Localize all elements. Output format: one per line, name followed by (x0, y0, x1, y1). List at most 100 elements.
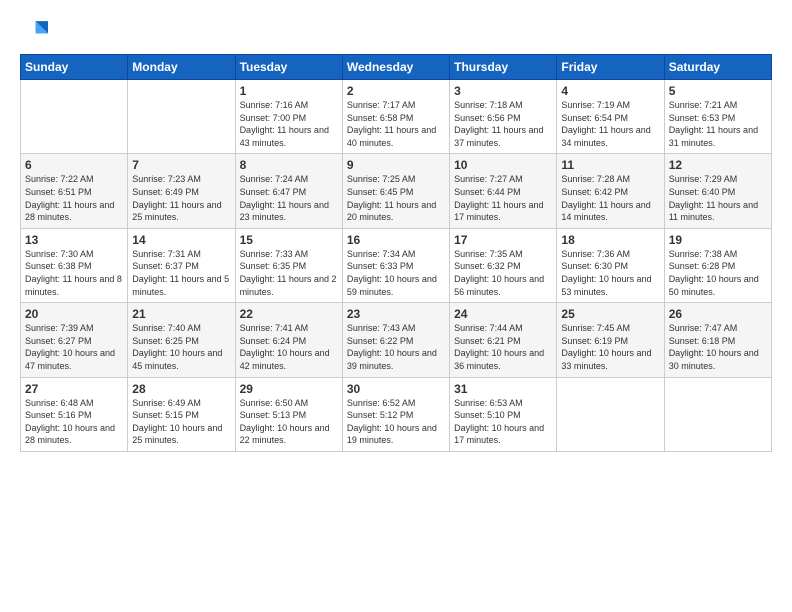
day-cell (557, 377, 664, 451)
day-cell: 2Sunrise: 7:17 AM Sunset: 6:58 PM Daylig… (342, 80, 449, 154)
day-cell: 28Sunrise: 6:49 AM Sunset: 5:15 PM Dayli… (128, 377, 235, 451)
day-number: 29 (240, 382, 338, 396)
day-info: Sunrise: 7:39 AM Sunset: 6:27 PM Dayligh… (25, 322, 123, 372)
day-info: Sunrise: 7:36 AM Sunset: 6:30 PM Dayligh… (561, 248, 659, 298)
day-number: 19 (669, 233, 767, 247)
day-number: 1 (240, 84, 338, 98)
day-info: Sunrise: 7:30 AM Sunset: 6:38 PM Dayligh… (25, 248, 123, 298)
weekday-header-wednesday: Wednesday (342, 55, 449, 80)
week-row-1: 1Sunrise: 7:16 AM Sunset: 7:00 PM Daylig… (21, 80, 772, 154)
day-number: 9 (347, 158, 445, 172)
day-number: 11 (561, 158, 659, 172)
day-cell: 13Sunrise: 7:30 AM Sunset: 6:38 PM Dayli… (21, 228, 128, 302)
day-info: Sunrise: 7:35 AM Sunset: 6:32 PM Dayligh… (454, 248, 552, 298)
day-number: 16 (347, 233, 445, 247)
day-info: Sunrise: 7:18 AM Sunset: 6:56 PM Dayligh… (454, 99, 552, 149)
day-number: 28 (132, 382, 230, 396)
day-number: 18 (561, 233, 659, 247)
weekday-header-monday: Monday (128, 55, 235, 80)
day-cell: 21Sunrise: 7:40 AM Sunset: 6:25 PM Dayli… (128, 303, 235, 377)
day-info: Sunrise: 6:49 AM Sunset: 5:15 PM Dayligh… (132, 397, 230, 447)
day-cell: 24Sunrise: 7:44 AM Sunset: 6:21 PM Dayli… (450, 303, 557, 377)
day-cell: 8Sunrise: 7:24 AM Sunset: 6:47 PM Daylig… (235, 154, 342, 228)
day-info: Sunrise: 7:45 AM Sunset: 6:19 PM Dayligh… (561, 322, 659, 372)
weekday-header-friday: Friday (557, 55, 664, 80)
day-info: Sunrise: 7:28 AM Sunset: 6:42 PM Dayligh… (561, 173, 659, 223)
day-cell: 19Sunrise: 7:38 AM Sunset: 6:28 PM Dayli… (664, 228, 771, 302)
day-cell: 7Sunrise: 7:23 AM Sunset: 6:49 PM Daylig… (128, 154, 235, 228)
day-number: 20 (25, 307, 123, 321)
day-cell: 20Sunrise: 7:39 AM Sunset: 6:27 PM Dayli… (21, 303, 128, 377)
day-info: Sunrise: 7:40 AM Sunset: 6:25 PM Dayligh… (132, 322, 230, 372)
day-info: Sunrise: 7:41 AM Sunset: 6:24 PM Dayligh… (240, 322, 338, 372)
week-row-5: 27Sunrise: 6:48 AM Sunset: 5:16 PM Dayli… (21, 377, 772, 451)
day-info: Sunrise: 7:17 AM Sunset: 6:58 PM Dayligh… (347, 99, 445, 149)
day-cell: 5Sunrise: 7:21 AM Sunset: 6:53 PM Daylig… (664, 80, 771, 154)
day-info: Sunrise: 7:29 AM Sunset: 6:40 PM Dayligh… (669, 173, 767, 223)
day-info: Sunrise: 7:23 AM Sunset: 6:49 PM Dayligh… (132, 173, 230, 223)
day-number: 14 (132, 233, 230, 247)
day-number: 26 (669, 307, 767, 321)
day-info: Sunrise: 7:21 AM Sunset: 6:53 PM Dayligh… (669, 99, 767, 149)
day-info: Sunrise: 7:27 AM Sunset: 6:44 PM Dayligh… (454, 173, 552, 223)
day-cell: 17Sunrise: 7:35 AM Sunset: 6:32 PM Dayli… (450, 228, 557, 302)
day-cell: 6Sunrise: 7:22 AM Sunset: 6:51 PM Daylig… (21, 154, 128, 228)
day-cell (128, 80, 235, 154)
day-number: 8 (240, 158, 338, 172)
day-number: 5 (669, 84, 767, 98)
day-info: Sunrise: 7:25 AM Sunset: 6:45 PM Dayligh… (347, 173, 445, 223)
weekday-header-thursday: Thursday (450, 55, 557, 80)
weekday-header-sunday: Sunday (21, 55, 128, 80)
calendar-page: SundayMondayTuesdayWednesdayThursdayFrid… (0, 0, 792, 612)
day-number: 2 (347, 84, 445, 98)
day-info: Sunrise: 7:43 AM Sunset: 6:22 PM Dayligh… (347, 322, 445, 372)
day-cell: 31Sunrise: 6:53 AM Sunset: 5:10 PM Dayli… (450, 377, 557, 451)
week-row-3: 13Sunrise: 7:30 AM Sunset: 6:38 PM Dayli… (21, 228, 772, 302)
calendar-table: SundayMondayTuesdayWednesdayThursdayFrid… (20, 54, 772, 452)
day-number: 15 (240, 233, 338, 247)
day-number: 6 (25, 158, 123, 172)
day-cell: 29Sunrise: 6:50 AM Sunset: 5:13 PM Dayli… (235, 377, 342, 451)
day-info: Sunrise: 7:19 AM Sunset: 6:54 PM Dayligh… (561, 99, 659, 149)
day-cell: 14Sunrise: 7:31 AM Sunset: 6:37 PM Dayli… (128, 228, 235, 302)
day-number: 25 (561, 307, 659, 321)
week-row-4: 20Sunrise: 7:39 AM Sunset: 6:27 PM Dayli… (21, 303, 772, 377)
day-info: Sunrise: 7:47 AM Sunset: 6:18 PM Dayligh… (669, 322, 767, 372)
day-cell: 26Sunrise: 7:47 AM Sunset: 6:18 PM Dayli… (664, 303, 771, 377)
day-number: 12 (669, 158, 767, 172)
day-info: Sunrise: 7:31 AM Sunset: 6:37 PM Dayligh… (132, 248, 230, 298)
day-number: 21 (132, 307, 230, 321)
day-cell: 22Sunrise: 7:41 AM Sunset: 6:24 PM Dayli… (235, 303, 342, 377)
day-cell: 10Sunrise: 7:27 AM Sunset: 6:44 PM Dayli… (450, 154, 557, 228)
day-cell: 25Sunrise: 7:45 AM Sunset: 6:19 PM Dayli… (557, 303, 664, 377)
day-info: Sunrise: 6:50 AM Sunset: 5:13 PM Dayligh… (240, 397, 338, 447)
weekday-header-saturday: Saturday (664, 55, 771, 80)
day-number: 7 (132, 158, 230, 172)
day-info: Sunrise: 7:38 AM Sunset: 6:28 PM Dayligh… (669, 248, 767, 298)
day-number: 4 (561, 84, 659, 98)
day-cell: 15Sunrise: 7:33 AM Sunset: 6:35 PM Dayli… (235, 228, 342, 302)
day-cell: 27Sunrise: 6:48 AM Sunset: 5:16 PM Dayli… (21, 377, 128, 451)
day-info: Sunrise: 7:33 AM Sunset: 6:35 PM Dayligh… (240, 248, 338, 298)
day-number: 27 (25, 382, 123, 396)
day-cell: 18Sunrise: 7:36 AM Sunset: 6:30 PM Dayli… (557, 228, 664, 302)
logo-icon (20, 18, 48, 46)
day-cell (21, 80, 128, 154)
day-number: 31 (454, 382, 552, 396)
day-number: 24 (454, 307, 552, 321)
header (20, 18, 772, 46)
day-cell (664, 377, 771, 451)
day-number: 23 (347, 307, 445, 321)
day-cell: 3Sunrise: 7:18 AM Sunset: 6:56 PM Daylig… (450, 80, 557, 154)
day-info: Sunrise: 7:44 AM Sunset: 6:21 PM Dayligh… (454, 322, 552, 372)
day-cell: 30Sunrise: 6:52 AM Sunset: 5:12 PM Dayli… (342, 377, 449, 451)
day-cell: 16Sunrise: 7:34 AM Sunset: 6:33 PM Dayli… (342, 228, 449, 302)
day-info: Sunrise: 7:34 AM Sunset: 6:33 PM Dayligh… (347, 248, 445, 298)
logo (20, 18, 52, 46)
day-number: 10 (454, 158, 552, 172)
day-number: 17 (454, 233, 552, 247)
weekday-header-tuesday: Tuesday (235, 55, 342, 80)
day-info: Sunrise: 7:22 AM Sunset: 6:51 PM Dayligh… (25, 173, 123, 223)
day-info: Sunrise: 7:16 AM Sunset: 7:00 PM Dayligh… (240, 99, 338, 149)
day-info: Sunrise: 6:48 AM Sunset: 5:16 PM Dayligh… (25, 397, 123, 447)
